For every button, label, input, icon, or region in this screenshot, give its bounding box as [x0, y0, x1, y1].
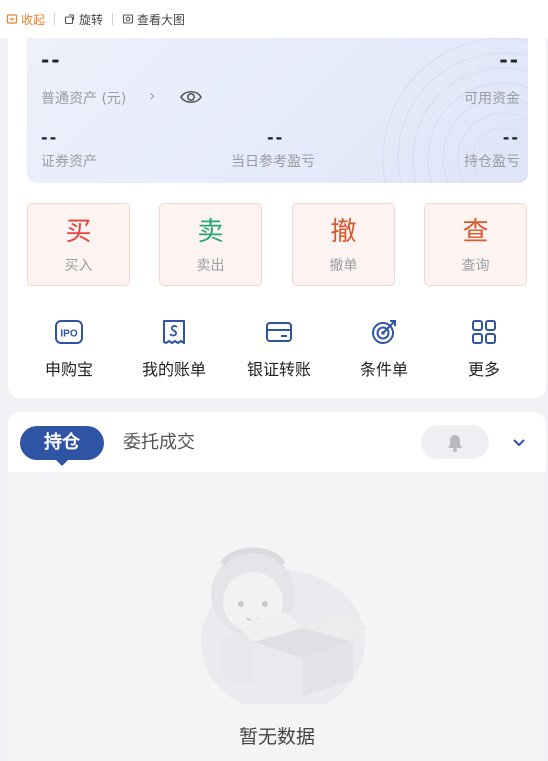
- rotate-icon: [64, 14, 75, 25]
- collapse-icon: [6, 14, 18, 24]
- toolbar-divider: [112, 13, 114, 25]
- chevron-down-icon[interactable]: [507, 430, 531, 454]
- sell-button[interactable]: 卖 卖出: [159, 203, 262, 286]
- card-icon: [266, 322, 292, 342]
- daily-pl-label: 当日参考盈亏: [231, 154, 315, 170]
- shortcut-ipo[interactable]: IPO 申购宝: [14, 318, 124, 380]
- position-pl-value: --: [502, 128, 520, 147]
- cancel-order-button[interactable]: 撤 撤单: [292, 203, 395, 286]
- shortcut-bank-transfer-label: 银证转账: [246, 360, 311, 379]
- shortcut-bank-transfer[interactable]: 银证转账: [224, 318, 334, 380]
- empty-state: 暂无数据: [8, 472, 546, 761]
- sell-char: 卖: [197, 217, 224, 247]
- total-assets-value: --: [41, 48, 62, 72]
- alert-button[interactable]: [421, 425, 489, 459]
- query-button[interactable]: 查 查询: [424, 203, 527, 286]
- empty-state-text: 暂无数据: [238, 726, 315, 748]
- rotate-label: 旋转: [79, 12, 104, 27]
- collapse-label: 收起: [21, 12, 46, 27]
- sell-label: 卖出: [196, 258, 225, 274]
- buy-button[interactable]: 买 买入: [27, 203, 130, 286]
- shortcut-more[interactable]: 更多: [429, 318, 539, 380]
- cancel-label: 撤单: [329, 258, 358, 274]
- available-funds-value: --: [499, 48, 520, 72]
- positions-tab-bar: 持仓 委托成交: [8, 412, 546, 472]
- bill-icon: [163, 320, 185, 344]
- shortcut-conditional-order[interactable]: 条件单: [329, 318, 439, 380]
- available-funds-label: 可用资金: [464, 91, 520, 107]
- shortcut-bill[interactable]: 我的账单: [119, 318, 229, 380]
- cancel-char: 撤: [330, 217, 357, 247]
- securities-assets-label: 证券资产: [41, 154, 97, 170]
- target-icon: [372, 320, 396, 344]
- shortcut-conditional-order-label: 条件单: [359, 360, 408, 379]
- toolbar-divider: [54, 13, 56, 25]
- collapse-button[interactable]: 收起: [6, 11, 45, 28]
- shortcut-bill-label: 我的账单: [141, 360, 206, 379]
- tab-orders-trades[interactable]: 委托成交: [123, 426, 195, 460]
- grid-icon: [472, 320, 496, 344]
- buy-char: 买: [65, 217, 92, 247]
- asset-section: -- -- 普通资产 (元) › 可用资金 -- -- -- 证券资产 当日参考…: [8, 38, 546, 398]
- tab-positions[interactable]: 持仓: [20, 426, 104, 466]
- shortcut-more-label: 更多: [467, 360, 500, 379]
- query-label: 查询: [461, 258, 490, 274]
- view-large-label: 查看大图: [137, 12, 186, 27]
- tab-positions-label: 持仓: [44, 432, 80, 453]
- asset-card: -- -- 普通资产 (元) › 可用资金 -- -- -- 证券资产 当日参考…: [27, 38, 528, 183]
- view-large-button[interactable]: 查看大图: [122, 11, 185, 28]
- image-viewer-toolbar: 收起 旋转 查看大图: [0, 0, 548, 38]
- eye-icon[interactable]: [179, 87, 203, 107]
- svg-text:IPO: IPO: [60, 329, 77, 340]
- bell-icon: [448, 435, 462, 452]
- chevron-right-icon[interactable]: ›: [149, 86, 155, 105]
- view-large-icon: [122, 14, 134, 24]
- ipo-icon: IPO: [55, 320, 83, 344]
- securities-assets-value: --: [41, 128, 59, 147]
- query-char: 查: [462, 217, 489, 247]
- empty-box-mascot-illustration: [201, 547, 368, 704]
- tab-pointer: [55, 459, 69, 466]
- buy-label: 买入: [64, 258, 93, 274]
- total-assets-label: 普通资产 (元): [41, 91, 127, 107]
- rotate-button[interactable]: 旋转: [64, 11, 103, 28]
- position-pl-label: 持仓盈亏: [464, 154, 520, 170]
- daily-pl-value: --: [267, 128, 285, 147]
- shortcut-ipo-label: 申购宝: [44, 360, 93, 379]
